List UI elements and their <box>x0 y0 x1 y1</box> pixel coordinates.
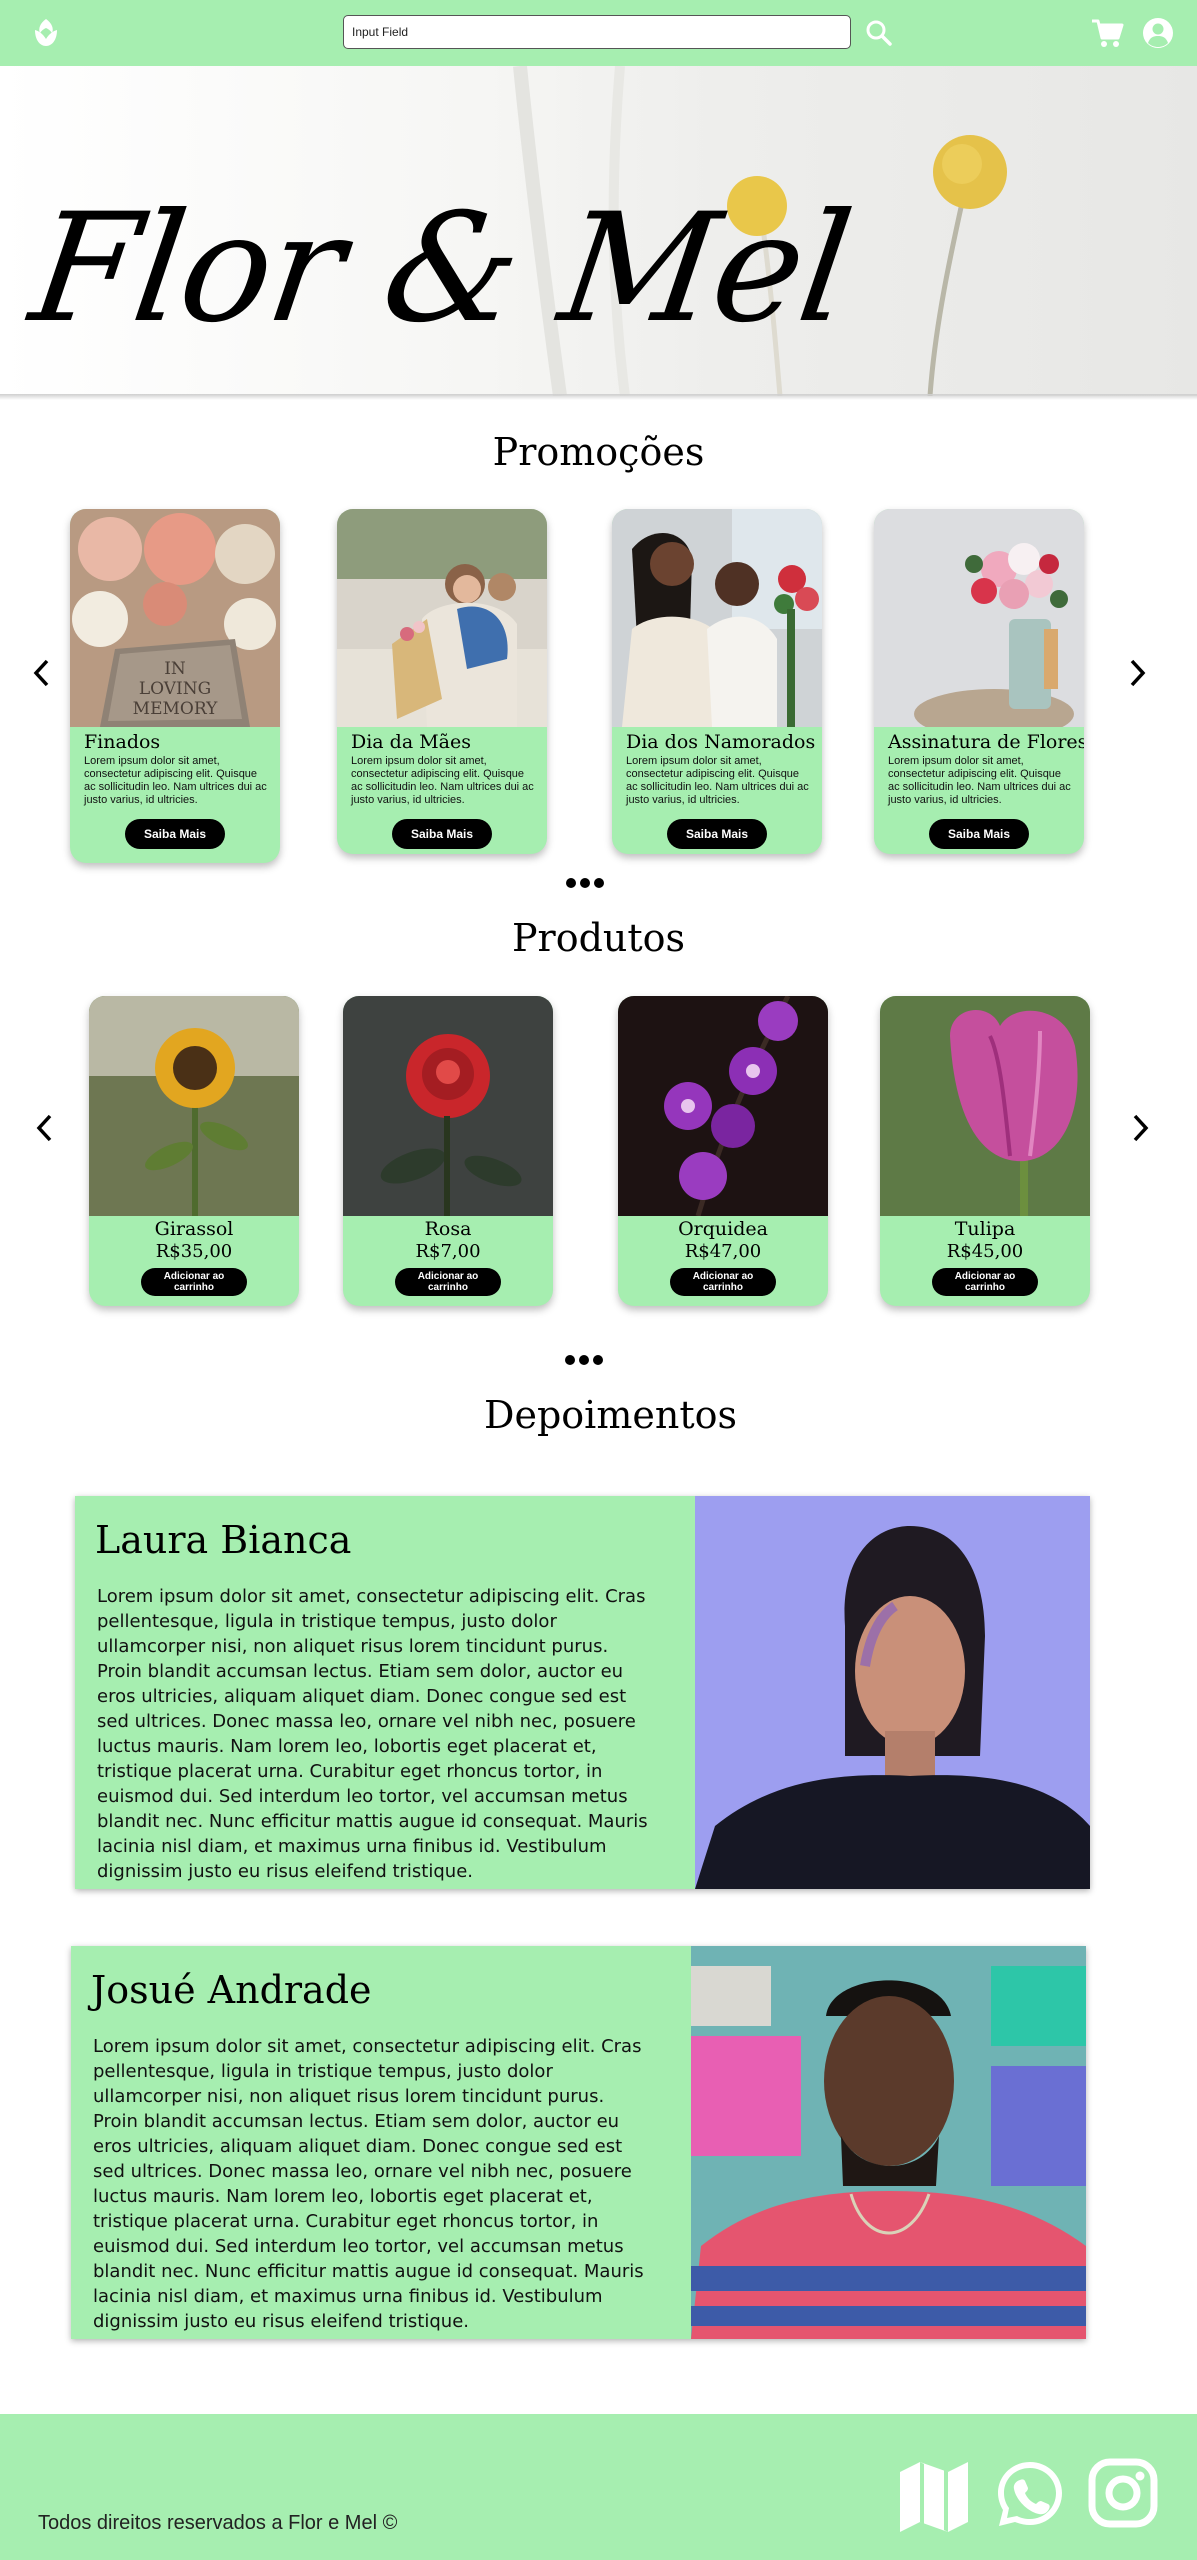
promo-name: Assinatura de Flores <box>888 731 1084 753</box>
product-price: R$45,00 <box>946 1241 1024 1262</box>
promo-card-dia-das-maes[interactable]: Dia da Mães Lorem ipsum dolor sit amet, … <box>337 509 547 854</box>
testimonial-name: Laura Bianca <box>95 1518 352 1562</box>
products-prev-arrow-icon[interactable] <box>30 1110 60 1146</box>
promocoes-title: Promoções <box>492 430 705 474</box>
add-to-cart-button[interactable]: Adicionar ao carrinho <box>141 1268 247 1296</box>
product-card-tulipa[interactable]: Tulipa R$45,00 Adicionar ao carrinho <box>880 996 1090 1306</box>
dia-dos-namorados-image <box>612 509 822 727</box>
cart-icon[interactable] <box>1090 16 1124 50</box>
add-to-cart-button[interactable]: Adicionar ao carrinho <box>395 1268 501 1296</box>
promo-card-dia-dos-namorados[interactable]: Dia dos Namorados Lorem ipsum dolor sit … <box>612 509 822 854</box>
hero-divider <box>0 394 1197 400</box>
tulipa-image <box>880 996 1090 1216</box>
promo-name: Finados <box>84 731 161 753</box>
finados-flowers-image: IN LOVING MEMORY <box>70 509 280 727</box>
map-icon[interactable] <box>896 2458 972 2534</box>
add-to-cart-button[interactable]: Adicionar ao carrinho <box>670 1268 776 1296</box>
promo-prev-arrow-icon[interactable] <box>27 655 57 691</box>
promo-description: Lorem ipsum dolor sit amet, consectetur … <box>351 755 534 806</box>
saiba-mais-button[interactable]: Saiba Mais <box>392 819 492 849</box>
promo-pagination-dots[interactable] <box>566 875 610 888</box>
products-next-arrow-icon[interactable] <box>1125 1110 1155 1146</box>
product-card-rosa[interactable]: Rosa R$7,00 Adicionar ao carrinho <box>343 996 553 1306</box>
svg-text:MEMORY: MEMORY <box>133 699 218 719</box>
hero-title: Flor & Mel <box>21 182 860 356</box>
promo-description: Lorem ipsum dolor sit amet, consectetur … <box>84 755 267 806</box>
saiba-mais-button[interactable]: Saiba Mais <box>929 819 1029 849</box>
josue-photo <box>691 1946 1086 2339</box>
promo-card-finados[interactable]: IN LOVING MEMORY Finados Lorem ipsum dol… <box>70 509 280 863</box>
girassol-image <box>89 996 299 1216</box>
testimonial-text: Lorem ipsum dolor sit amet, consectetur … <box>93 2036 644 2332</box>
hero-banner: Flor & Mel <box>0 66 1197 396</box>
saiba-mais-button[interactable]: Saiba Mais <box>667 819 767 849</box>
product-card-orquidea[interactable]: Orquidea R$47,00 Adicionar ao carrinho <box>618 996 828 1306</box>
promo-description: Lorem ipsum dolor sit amet, consectetur … <box>888 755 1071 806</box>
promo-name: Dia da Mães <box>351 731 471 753</box>
svg-text:IN: IN <box>164 659 186 679</box>
top-navbar <box>0 0 1197 66</box>
produtos-title: Produtos <box>511 916 686 960</box>
product-price: R$35,00 <box>155 1241 233 1262</box>
add-to-cart-button[interactable]: Adicionar ao carrinho <box>932 1268 1038 1296</box>
testimonial-name: Josué Andrade <box>91 1968 372 2012</box>
rosa-image <box>343 996 553 1216</box>
depoimentos-title: Depoimentos <box>484 1393 737 1437</box>
svg-text:LOVING: LOVING <box>139 679 211 699</box>
laura-photo <box>695 1496 1090 1889</box>
whatsapp-icon[interactable] <box>994 2458 1066 2530</box>
testimonial-card-laura: Laura Bianca Lorem ipsum dolor sit amet,… <box>75 1496 1090 1889</box>
testimonial-card-josue: Josué Andrade Lorem ipsum dolor sit amet… <box>71 1946 1086 2339</box>
testimonial-text: Lorem ipsum dolor sit amet, consectetur … <box>97 1586 648 1882</box>
products-pagination-dots[interactable] <box>565 1352 609 1365</box>
user-icon[interactable] <box>1141 16 1175 50</box>
footer: Todos direitos reservados a Flor e Mel © <box>0 2414 1197 2560</box>
product-name: Rosa <box>424 1218 472 1240</box>
instagram-icon[interactable] <box>1088 2458 1158 2528</box>
search-input[interactable] <box>343 15 851 49</box>
flower-logo-icon[interactable] <box>26 13 66 53</box>
product-name: Tulipa <box>954 1218 1016 1240</box>
promo-description: Lorem ipsum dolor sit amet, consectetur … <box>626 755 809 806</box>
copyright-text: Todos direitos reservados a Flor e Mel © <box>38 2512 398 2534</box>
saiba-mais-button[interactable]: Saiba Mais <box>125 819 225 849</box>
orquidea-image <box>618 996 828 1216</box>
promo-name: Dia dos Namorados <box>626 731 816 753</box>
product-name: Orquidea <box>678 1218 768 1240</box>
promo-next-arrow-icon[interactable] <box>1122 655 1152 691</box>
product-card-girassol[interactable]: Girassol R$35,00 Adicionar ao carrinho <box>89 996 299 1306</box>
assinatura-de-flores-image <box>874 509 1084 727</box>
product-name: Girassol <box>154 1218 234 1240</box>
search-icon[interactable] <box>864 18 894 48</box>
product-price: R$47,00 <box>684 1241 762 1262</box>
product-price: R$7,00 <box>415 1241 481 1262</box>
dia-das-maes-image <box>337 509 547 727</box>
promo-card-assinatura-de-flores[interactable]: Assinatura de Flores Lorem ipsum dolor s… <box>874 509 1084 854</box>
